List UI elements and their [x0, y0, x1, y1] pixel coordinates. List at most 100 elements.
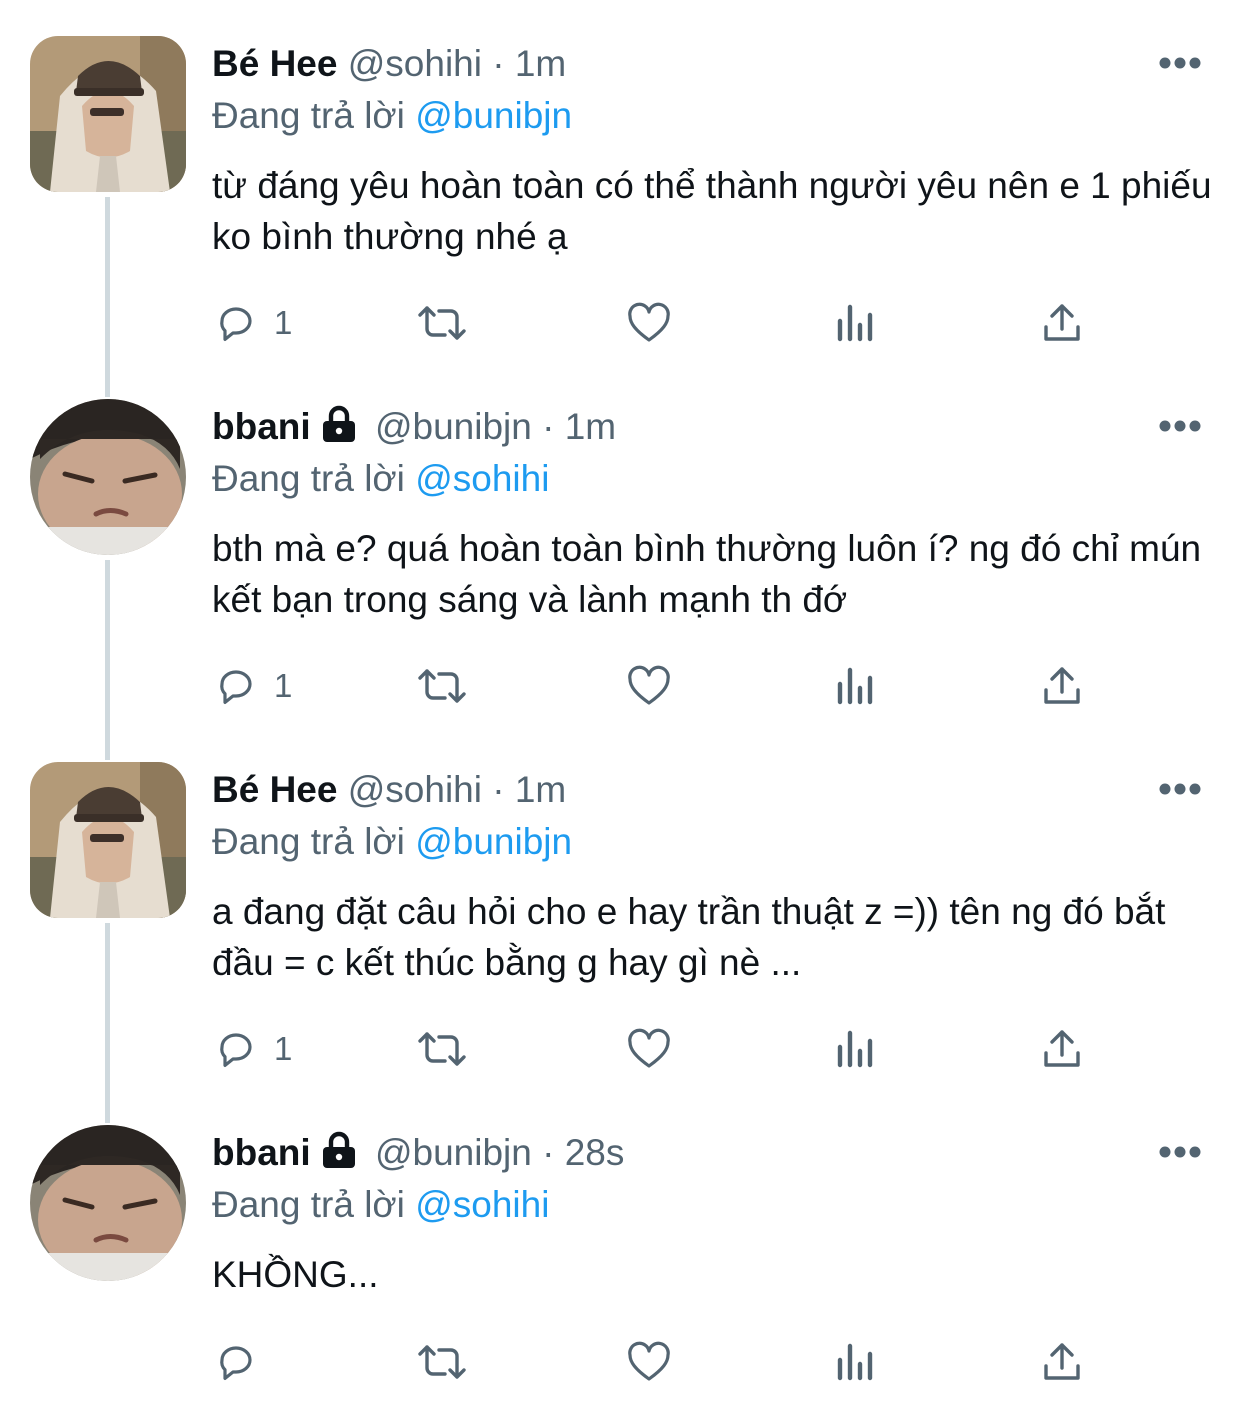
like-button[interactable] — [624, 1024, 674, 1074]
replying-to-label: Đang trả lời — [212, 1184, 405, 1225]
reply-button[interactable] — [212, 1337, 260, 1387]
reply-icon — [220, 1346, 252, 1380]
timestamp[interactable]: 1m — [565, 406, 616, 447]
like-button[interactable] — [624, 1337, 674, 1387]
handle[interactable]: @bunibjn — [375, 406, 532, 447]
avatar[interactable] — [30, 762, 186, 918]
conversation-thread: Bé Hee @sohihi · 1m Đang trả lời @bunibj… — [0, 0, 1242, 1403]
avatar[interactable] — [30, 36, 186, 192]
display-name[interactable]: Bé Hee — [212, 769, 337, 810]
retweet-icon — [418, 1345, 466, 1379]
reply-count: 1 — [274, 667, 293, 704]
tweet-header: Bé Hee @sohihi · 1m — [212, 40, 566, 88]
lock-icon — [322, 1131, 355, 1168]
separator: · — [542, 1132, 555, 1173]
avatar[interactable] — [30, 399, 186, 555]
replying-to: Đang trả lời @sohihi — [212, 1181, 549, 1229]
tweet-text: a đang đặt câu hỏi cho e hay trần thuật … — [212, 891, 1166, 983]
reply-icon — [220, 670, 252, 704]
retweet-button[interactable] — [414, 298, 470, 348]
timestamp[interactable]: 1m — [515, 769, 566, 810]
tweet-actions: 1 — [212, 298, 1112, 348]
more-icon[interactable] — [1158, 782, 1202, 796]
avatar-closeup-face-photo — [30, 1125, 186, 1281]
replying-to: Đang trả lời @sohihi — [212, 455, 549, 503]
display-name[interactable]: bbani — [212, 1132, 311, 1173]
share-icon — [1044, 304, 1080, 341]
more-icon[interactable] — [1158, 1145, 1202, 1159]
like-icon — [628, 1341, 670, 1381]
avatar-hoodie-cap-photo — [30, 762, 186, 918]
share-button[interactable] — [1038, 661, 1086, 711]
avatar-hoodie-cap-photo — [30, 36, 186, 192]
share-icon — [1044, 1030, 1080, 1067]
views-button[interactable] — [834, 1337, 878, 1387]
display-name[interactable]: bbani — [212, 406, 311, 447]
reply-icon — [220, 1033, 252, 1067]
tweet[interactable]: bbani @bunibjn · 1m Đang trả lời @sohihi… — [0, 399, 1242, 729]
tweet-text: từ đáng yêu hoàn toàn có thể thành người… — [212, 165, 1212, 257]
reply-button[interactable]: 1 — [212, 1024, 292, 1074]
replying-to-label: Đang trả lời — [212, 821, 405, 862]
reply-count: 1 — [274, 304, 293, 341]
reply-button[interactable]: 1 — [212, 661, 292, 711]
replying-to-mention[interactable]: @bunibjn — [415, 821, 572, 862]
replying-to-mention[interactable]: @bunibjn — [415, 95, 572, 136]
display-name[interactable]: Bé Hee — [212, 43, 337, 84]
tweet-actions — [212, 1337, 1112, 1387]
share-button[interactable] — [1038, 1337, 1086, 1387]
tweet-header: bbani @bunibjn · 28s — [212, 1129, 624, 1177]
share-button[interactable] — [1038, 298, 1086, 348]
tweet-text: KHỒNG... — [212, 1254, 379, 1295]
retweet-button[interactable] — [414, 661, 470, 711]
separator: · — [492, 769, 505, 810]
share-button[interactable] — [1038, 1024, 1086, 1074]
timestamp[interactable]: 1m — [515, 43, 566, 84]
timestamp[interactable]: 28s — [565, 1132, 625, 1173]
tweet[interactable]: Bé Hee @sohihi · 1m Đang trả lời @bunibj… — [0, 36, 1242, 366]
handle[interactable]: @bunibjn — [375, 1132, 532, 1173]
like-icon — [628, 302, 670, 342]
reply-button[interactable]: 1 — [212, 298, 292, 348]
tweet-header: Bé Hee @sohihi · 1m — [212, 766, 566, 814]
avatar-closeup-face-photo — [30, 399, 186, 555]
replying-to-mention[interactable]: @sohihi — [415, 1184, 549, 1225]
views-button[interactable] — [834, 661, 878, 711]
separator: · — [492, 43, 505, 84]
retweet-icon — [418, 306, 466, 340]
more-icon[interactable] — [1158, 419, 1202, 433]
replying-to-label: Đang trả lời — [212, 458, 405, 499]
like-icon — [628, 665, 670, 705]
views-button[interactable] — [834, 1024, 878, 1074]
like-button[interactable] — [624, 298, 674, 348]
share-icon — [1044, 1343, 1080, 1380]
views-button[interactable] — [834, 298, 878, 348]
views-icon — [837, 304, 873, 342]
tweet[interactable]: bbani @bunibjn · 28s Đang trả lời @sohih… — [0, 1125, 1242, 1403]
separator: · — [542, 406, 555, 447]
replying-to-mention[interactable]: @sohihi — [415, 458, 549, 499]
handle[interactable]: @sohihi — [348, 43, 482, 84]
like-button[interactable] — [624, 661, 674, 711]
handle[interactable]: @sohihi — [348, 769, 482, 810]
like-icon — [628, 1028, 670, 1068]
replying-to: Đang trả lời @bunibjn — [212, 92, 572, 140]
tweet-header: bbani @bunibjn · 1m — [212, 403, 616, 451]
lock-icon — [322, 405, 355, 442]
views-icon — [837, 1030, 873, 1068]
retweet-button[interactable] — [414, 1024, 470, 1074]
retweet-icon — [418, 669, 466, 703]
reply-icon — [220, 307, 252, 341]
share-icon — [1044, 667, 1080, 704]
retweet-button[interactable] — [414, 1337, 470, 1387]
replying-to-label: Đang trả lời — [212, 95, 405, 136]
views-icon — [837, 1343, 873, 1381]
more-icon[interactable] — [1158, 56, 1202, 70]
avatar[interactable] — [30, 1125, 186, 1281]
views-icon — [837, 667, 873, 705]
tweet-text: bth mà e? quá hoàn toàn bình thường luôn… — [212, 528, 1202, 620]
replying-to: Đang trả lời @bunibjn — [212, 818, 572, 866]
tweet-actions: 1 — [212, 661, 1112, 711]
tweet[interactable]: Bé Hee @sohihi · 1m Đang trả lời @bunibj… — [0, 762, 1242, 1092]
retweet-icon — [418, 1032, 466, 1066]
